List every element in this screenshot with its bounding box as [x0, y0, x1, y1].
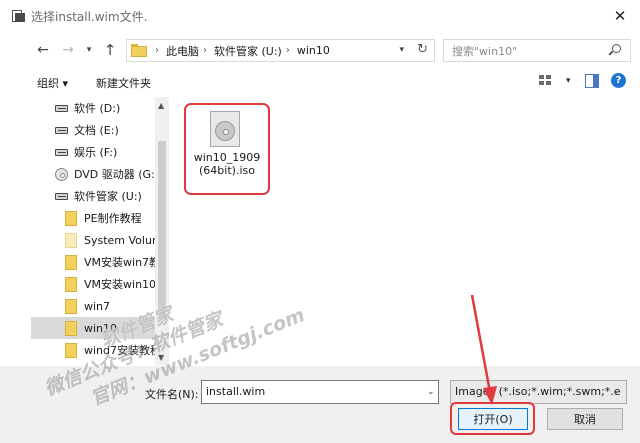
recent-locations-chevron-icon[interactable]: ▾: [82, 39, 96, 61]
drive-icon: [55, 126, 68, 134]
folder-icon: [65, 232, 77, 248]
nav-item-label: System Volun: [84, 233, 156, 247]
scrollbar-thumb[interactable]: [158, 141, 166, 319]
nav-item-folder[interactable]: VM安装win7教: [31, 251, 156, 273]
nav-item-drive-u[interactable]: 软件管家 (U:): [31, 185, 156, 207]
nav-item-label: 软件 (D:): [74, 102, 121, 115]
dvd-drive-icon: [55, 167, 68, 181]
nav-item-label: 软件管家 (U:): [74, 190, 142, 203]
filename-input[interactable]: install.wim: [201, 380, 439, 404]
close-button[interactable]: ✕: [600, 0, 640, 32]
nav-item-label: 文档 (E:): [74, 124, 119, 137]
nav-item-folder[interactable]: System Volun: [31, 229, 156, 251]
address-row: ← → ▾ ↑ › 此电脑 › 软件管家 (U:) › win10 ▾ ↻ 搜索…: [0, 36, 640, 64]
folder-icon: [65, 320, 77, 336]
disc-image-icon: [210, 111, 240, 147]
scroll-up-icon[interactable]: ▲: [158, 101, 164, 110]
new-folder-button[interactable]: 新建文件夹: [96, 75, 151, 91]
nav-item-label: win7: [84, 299, 111, 313]
chevron-right-icon[interactable]: ›: [286, 45, 290, 56]
breadcrumb-drive-u[interactable]: 软件管家 (U:): [214, 43, 282, 59]
title-bar: 选择install.wim文件. ✕: [0, 0, 640, 32]
refresh-icon[interactable]: ↻: [417, 42, 428, 57]
view-mode-icon[interactable]: [539, 75, 553, 87]
nav-item-drive-d[interactable]: 软件 (D:): [31, 97, 156, 119]
drive-icon: [55, 104, 68, 112]
search-icon[interactable]: [608, 44, 622, 57]
nav-item-label: VM安装win7教: [84, 256, 156, 269]
nav-item-label: 娱乐 (F:): [74, 146, 118, 159]
chevron-right-icon[interactable]: ›: [203, 45, 207, 56]
nav-item-drive-e[interactable]: 文档 (E:): [31, 119, 156, 141]
window-title: 选择install.wim文件.: [31, 9, 148, 24]
folder-icon: [131, 44, 147, 57]
folder-icon: [65, 254, 77, 270]
open-button[interactable]: 打开(O): [458, 408, 528, 430]
folder-icon: [65, 342, 77, 358]
folder-icon: [65, 210, 77, 226]
up-arrow-icon[interactable]: ↑: [100, 39, 120, 61]
filename-dropdown-chevron-icon[interactable]: ⌄: [427, 387, 435, 397]
breadcrumb-this-pc[interactable]: 此电脑: [166, 43, 199, 59]
command-toolbar: 组织 ▾ 新建文件夹 ▾ ?: [0, 69, 640, 95]
help-icon[interactable]: ?: [611, 73, 626, 88]
nav-item-folder[interactable]: VM安装win10: [31, 273, 156, 295]
file-name: win10_1909(64bit).iso: [193, 151, 261, 177]
search-input[interactable]: 搜索"win10": [443, 39, 631, 62]
filename-label: 文件名(N):: [145, 388, 199, 401]
breadcrumb: › 此电脑 › 软件管家 (U:) › win10: [151, 43, 330, 59]
breadcrumb-win10[interactable]: win10: [297, 44, 330, 57]
preview-pane-icon[interactable]: [585, 74, 599, 88]
forward-arrow-icon[interactable]: →: [58, 39, 78, 61]
drive-icon: [55, 148, 68, 156]
folder-icon: [65, 298, 77, 314]
filetype-select[interactable]: Images (*.iso;*.wim;*.swm;*.e: [450, 380, 627, 404]
nav-item-folder[interactable]: PE制作教程: [31, 207, 156, 229]
address-bar[interactable]: › 此电脑 › 软件管家 (U:) › win10 ▾ ↻: [126, 39, 435, 62]
filetype-chevron-icon[interactable]: ⌄: [612, 387, 620, 397]
nav-item-label: DVD 驱动器 (G:: [74, 168, 155, 181]
nav-item-dvd-g[interactable]: DVD 驱动器 (G:: [31, 163, 156, 185]
view-options-chevron-icon[interactable]: ▾: [566, 76, 571, 86]
drive-icon: [55, 192, 68, 200]
file-dialog-icon: [11, 10, 25, 22]
folder-icon: [65, 276, 77, 292]
nav-item-label: VM安装win10: [84, 278, 156, 291]
nav-item-drive-f[interactable]: 娱乐 (F:): [31, 141, 156, 163]
nav-item-label: PE制作教程: [84, 212, 142, 225]
organize-menu-button[interactable]: 组织 ▾: [37, 75, 68, 91]
address-dropdown-chevron-icon[interactable]: ▾: [399, 45, 404, 55]
file-item-iso[interactable]: win10_1909(64bit).iso: [184, 103, 270, 195]
back-arrow-icon[interactable]: ←: [33, 39, 53, 61]
search-placeholder: 搜索"win10": [452, 44, 518, 58]
chevron-right-icon: ›: [155, 45, 159, 56]
cancel-button[interactable]: 取消: [547, 408, 623, 430]
